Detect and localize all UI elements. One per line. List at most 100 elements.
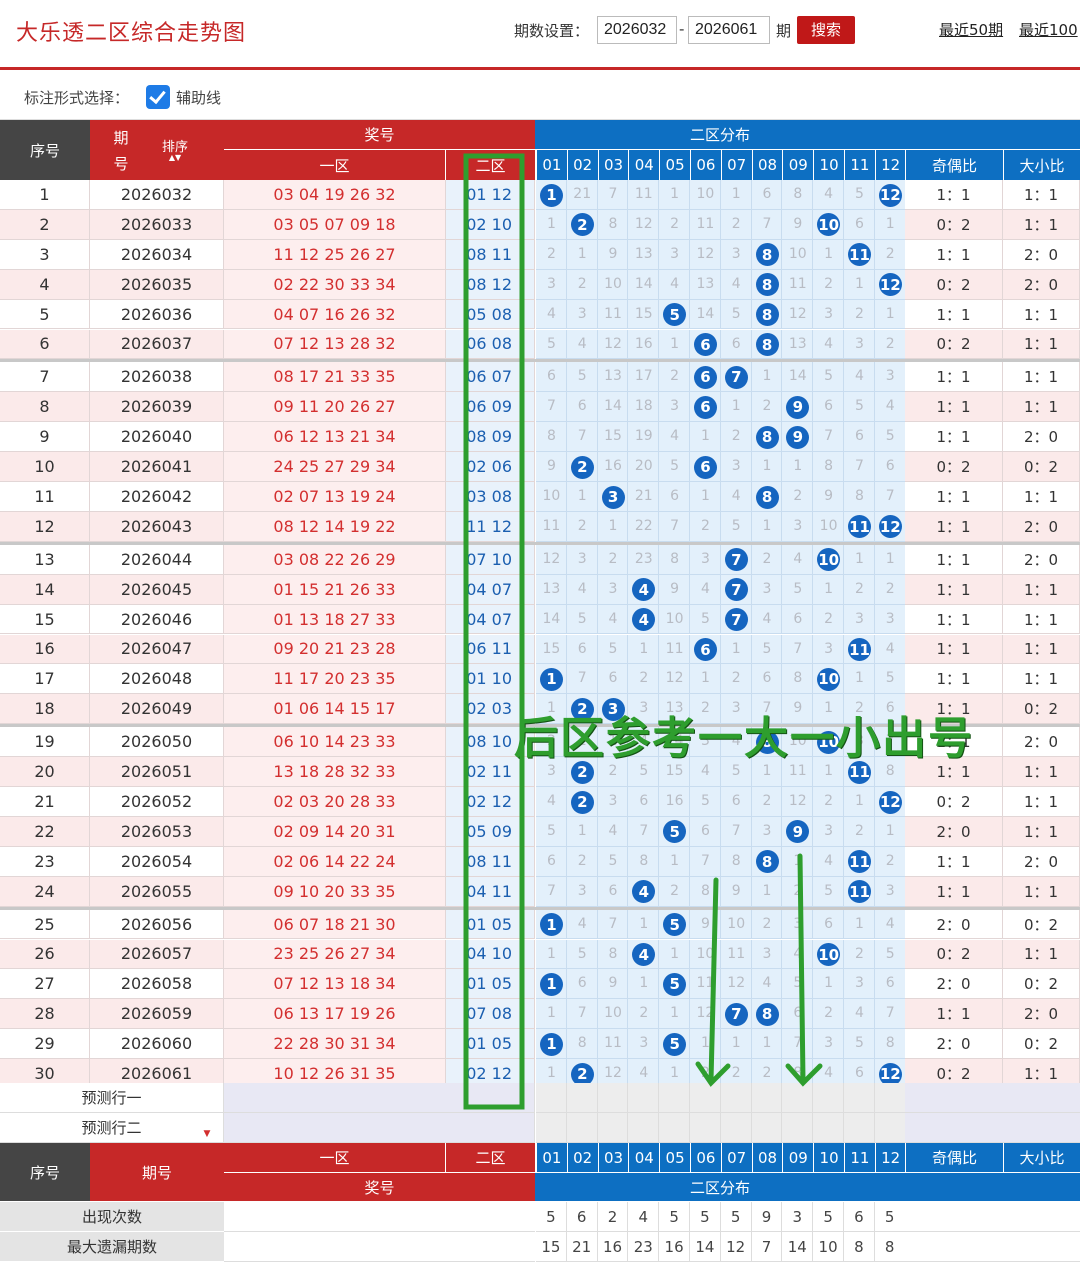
search-button[interactable]: 搜索 — [797, 16, 855, 44]
miss-value: 6 — [577, 398, 587, 415]
predict-row-prize[interactable] — [224, 1113, 535, 1143]
miss-value: 22 — [634, 517, 653, 534]
miss-value: 1 — [670, 852, 680, 869]
miss-value: 23 — [634, 550, 653, 567]
ball-10: 10 — [817, 548, 841, 572]
predict-cell[interactable] — [813, 1083, 844, 1113]
predict-cell[interactable] — [628, 1083, 660, 1113]
predict-cell[interactable] — [690, 1083, 721, 1113]
predict-cell[interactable] — [874, 1083, 906, 1113]
miss-value: 7 — [762, 215, 772, 232]
recent-100-link[interactable]: 最近100 — [1019, 19, 1078, 40]
miss-value: 4 — [639, 1065, 649, 1082]
row-period: 2026060 — [90, 1029, 224, 1060]
row-odd-even: 1：1 — [905, 999, 1003, 1030]
row-seq: 22 — [0, 816, 90, 847]
miss-value: 3 — [885, 368, 895, 385]
miss-value: 2 — [577, 275, 587, 292]
predict-cell[interactable] — [782, 1083, 814, 1113]
row-seq: 1 — [0, 180, 90, 210]
footer-col-04: 04 — [628, 1143, 660, 1172]
row-back-numbers: 01 10 — [446, 664, 535, 695]
stat-value: 5 — [720, 1202, 752, 1232]
predict-cell[interactable] — [751, 1113, 783, 1143]
row-front-numbers: 03 05 07 09 18 — [224, 209, 446, 240]
period-label: 期数设置： — [514, 22, 590, 40]
stat-value: 5 — [874, 1202, 906, 1232]
period-to-input[interactable] — [688, 16, 770, 44]
miss-value: 7 — [885, 1005, 895, 1022]
header-col-05: 05 — [659, 149, 690, 180]
predict-cell[interactable] — [751, 1083, 783, 1113]
header-col-08: 08 — [751, 149, 783, 180]
miss-value: 11 — [696, 975, 715, 992]
miss-value: 5 — [854, 186, 864, 202]
predict-arrow-icon: ▼ — [203, 1129, 211, 1139]
miss-value: 8 — [639, 852, 649, 869]
predict-cell[interactable] — [720, 1083, 752, 1113]
row-seq: 2 — [0, 209, 90, 240]
predict-cell[interactable] — [628, 1113, 660, 1143]
miss-value: 1 — [577, 245, 587, 262]
row-odd-even: 0：2 — [905, 269, 1003, 300]
miss-value: 14 — [634, 275, 653, 292]
predict-cell[interactable] — [597, 1113, 629, 1143]
miss-value: 4 — [824, 186, 834, 202]
stat-value: 16 — [597, 1232, 629, 1262]
predict-cell[interactable] — [566, 1113, 598, 1143]
miss-value: 11 — [727, 945, 746, 962]
miss-value: 5 — [731, 517, 741, 534]
miss-value: 6 — [731, 335, 741, 352]
predict-cell[interactable] — [659, 1083, 690, 1113]
predict-cell[interactable] — [566, 1083, 598, 1113]
predict-cell[interactable] — [844, 1113, 875, 1143]
miss-value: 1 — [731, 398, 741, 415]
predict-row-prize[interactable] — [224, 1083, 535, 1113]
row-back-numbers: 06 11 — [446, 634, 535, 665]
miss-value: 1 — [824, 580, 834, 597]
row-back-numbers: 08 09 — [446, 422, 535, 453]
miss-value: 5 — [762, 640, 772, 657]
predict-cell[interactable] — [874, 1113, 906, 1143]
row-front-numbers: 09 20 21 23 28 — [224, 634, 446, 665]
miss-value: 3 — [854, 610, 864, 627]
predict-cell[interactable] — [690, 1113, 721, 1143]
row-period: 2026046 — [90, 604, 224, 635]
header-period-label-2: 号 — [113, 154, 129, 173]
miss-value: 10 — [665, 610, 684, 627]
miss-value: 4 — [793, 550, 803, 567]
row-front-numbers: 06 12 13 21 34 — [224, 422, 446, 453]
miss-value: 5 — [824, 368, 834, 385]
miss-value: 2 — [639, 1005, 649, 1022]
miss-value: 1 — [670, 1065, 680, 1082]
period-dash: - — [679, 20, 685, 38]
predict-cell[interactable] — [720, 1113, 752, 1143]
predict-cell[interactable] — [597, 1083, 629, 1113]
row-front-numbers: 02 09 14 20 31 — [224, 816, 446, 847]
predict-cell[interactable] — [536, 1083, 567, 1113]
recent-50-link[interactable]: 最近50期 — [939, 19, 1003, 40]
miss-value: 1 — [700, 488, 710, 504]
predict-cell[interactable] — [536, 1113, 567, 1143]
miss-value: 6 — [577, 640, 587, 657]
miss-value: 3 — [731, 245, 741, 262]
header-col-07: 07 — [720, 149, 752, 180]
row-big-small: 1：1 — [1003, 392, 1080, 423]
predict-cell[interactable] — [659, 1113, 690, 1143]
stat-value: 12 — [720, 1232, 752, 1262]
predict-cell[interactable] — [844, 1083, 875, 1113]
miss-value: 2 — [639, 670, 649, 687]
miss-value: 11 — [604, 1035, 622, 1052]
predict-cell[interactable] — [782, 1113, 814, 1143]
row-seq: 17 — [0, 664, 90, 695]
header-prize: 奖号 — [224, 120, 535, 149]
period-from-input[interactable] — [597, 16, 677, 44]
row-big-small: 1：1 — [1003, 664, 1080, 695]
ball-08: 8 — [755, 1002, 779, 1026]
predict-cell[interactable] — [813, 1113, 844, 1143]
miss-value: 1 — [577, 488, 587, 504]
miss-value: 7 — [639, 822, 649, 839]
header-zone1: 一区 — [224, 149, 446, 180]
miss-value: 6 — [885, 975, 895, 992]
row-period: 2026049 — [90, 694, 224, 725]
